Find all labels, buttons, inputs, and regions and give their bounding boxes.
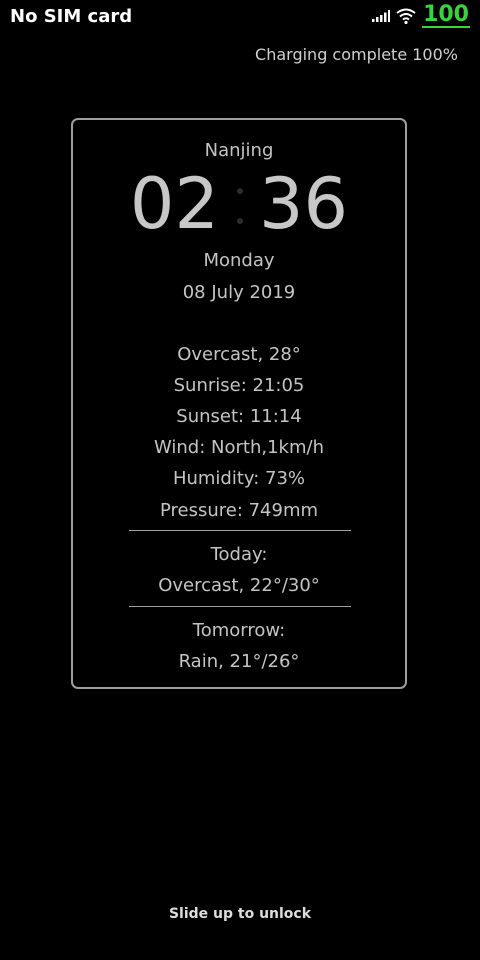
unlock-hint[interactable]: Slide up to unlock <box>0 906 480 922</box>
signal-icon <box>372 10 391 22</box>
sunset: Sunset: 11:14 <box>176 406 302 427</box>
divider <box>129 530 351 531</box>
today-forecast: Overcast, 22°/30° <box>158 575 320 596</box>
battery-icon: 100 <box>422 2 470 28</box>
current-condition: Overcast, 28° <box>177 344 301 365</box>
status-icons: 100 <box>372 2 470 30</box>
sunrise: Sunrise: 21:05 <box>173 375 305 396</box>
today-label: Today: <box>210 544 268 565</box>
clock-hours: 02 <box>129 163 219 245</box>
wind: Wind: North,1km/h <box>154 437 324 458</box>
carrier-label: No SIM card <box>10 6 133 27</box>
weather-clock-widget: Nanjing 02 36 Monday 08 July 2019 Overca… <box>71 118 407 689</box>
pressure: Pressure: 749mm <box>159 500 319 521</box>
wifi-icon <box>396 8 416 24</box>
weekday: Monday <box>203 250 275 271</box>
city-name: Nanjing <box>204 140 274 161</box>
tomorrow-forecast: Rain, 21°/26° <box>178 651 300 672</box>
divider <box>129 606 351 607</box>
clock: 02 36 <box>73 164 405 244</box>
tomorrow-label: Tomorrow: <box>192 620 286 641</box>
humidity: Humidity: 73% <box>172 468 306 489</box>
status-bar: No SIM card 100 <box>0 0 480 34</box>
date: 08 July 2019 <box>182 282 296 303</box>
charging-status: Charging complete 100% <box>255 45 458 64</box>
clock-minutes: 36 <box>259 163 349 245</box>
clock-colon <box>237 188 243 228</box>
